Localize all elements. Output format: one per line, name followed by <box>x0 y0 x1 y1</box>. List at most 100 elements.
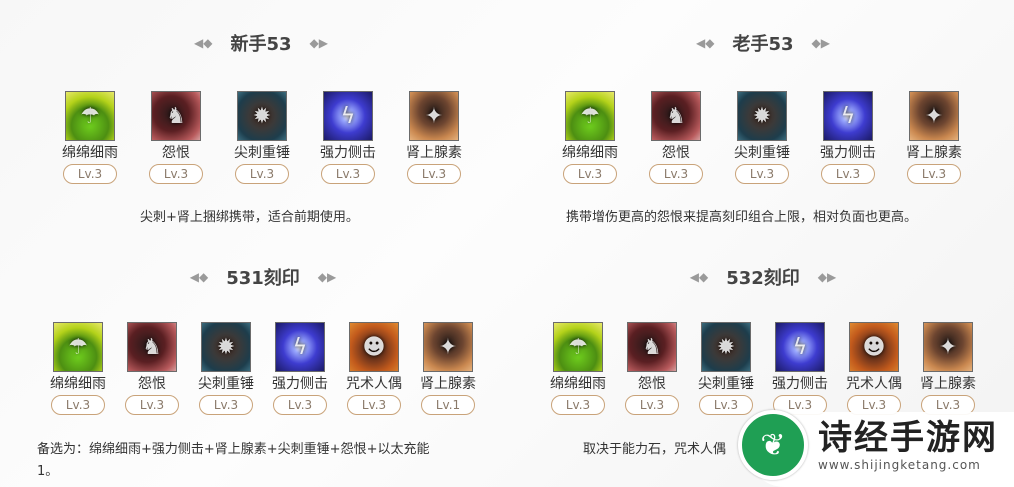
skill-list: ☂ 绵绵细雨 Lv.3 ♞ 怨恨 Lv.3 ✹ 尖刺重锤 Lv.3 ϟ 强力侧击… <box>562 91 962 184</box>
skill-name: 强力侧击 <box>772 376 828 392</box>
spiked-hammer-icon: ✹ <box>737 91 787 141</box>
skill-list: ☂ 绵绵细雨 Lv.3 ♞ 怨恨 Lv.3 ✹ 尖刺重锤 Lv.3 ϟ 强力侧击… <box>549 322 977 415</box>
skill-level-badge: Lv.3 <box>273 395 327 415</box>
right-arrow-icon: ◆▶ <box>309 36 328 50</box>
skill-name: 强力侧击 <box>320 145 376 161</box>
skill-name: 肾上腺素 <box>406 145 462 161</box>
lightning-strike-icon: ϟ <box>775 322 825 372</box>
skill-name: 强力侧击 <box>820 145 876 161</box>
skill-name: 强力侧击 <box>272 376 328 392</box>
demon-beast-icon: ♞ <box>127 322 177 372</box>
leaf-logo-icon: ❦ <box>738 410 808 480</box>
skill-name: 咒术人偶 <box>346 376 402 392</box>
skill-level-badge: Lv.3 <box>63 164 117 184</box>
skill-item[interactable]: ☂ 绵绵细雨 Lv.3 <box>549 322 607 415</box>
skill-name: 怨恨 <box>638 376 666 392</box>
right-arrow-icon: ◆▶ <box>817 270 837 284</box>
watermark: ❦ 诗经手游网 www.shijingketang.com <box>738 403 1014 487</box>
left-arrow-icon: ◀◆ <box>189 270 209 284</box>
skill-item[interactable]: ✦ 肾上腺素 Lv.3 <box>906 91 962 184</box>
skill-item[interactable]: ✹ 尖刺重锤 Lv.3 <box>197 322 255 415</box>
skill-list: ☂ 绵绵细雨 Lv.3 ♞ 怨恨 Lv.3 ✹ 尖刺重锤 Lv.3 ϟ 强力侧击… <box>49 322 477 415</box>
skill-name: 尖刺重锤 <box>698 376 754 392</box>
section-title: ◀◆ 531刻印 ◆▶ <box>183 264 343 290</box>
skill-list: ☂ 绵绵细雨 Lv.3 ♞ 怨恨 Lv.3 ✹ 尖刺重锤 Lv.3 ϟ 强力侧击… <box>62 91 462 184</box>
adrenaline-icon: ✦ <box>923 322 973 372</box>
skill-name: 绵绵细雨 <box>550 376 606 392</box>
skill-level-badge: Lv.3 <box>649 164 703 184</box>
section-description: 携带增伤更高的怨恨来提高刻印组合上限，相对负面也更高。 <box>566 210 918 225</box>
adrenaline-icon: ✦ <box>423 322 473 372</box>
skill-item[interactable]: ✹ 尖刺重锤 Lv.3 <box>697 322 755 415</box>
skill-item[interactable]: ☂ 绵绵细雨 Lv.3 <box>49 322 107 415</box>
umbrella-rain-icon: ☂ <box>565 91 615 141</box>
skill-level-badge: Lv.3 <box>125 395 179 415</box>
skill-level-badge: Lv.3 <box>551 395 605 415</box>
skill-item[interactable]: ϟ 强力侧击 Lv.3 <box>771 322 829 415</box>
skill-item[interactable]: ϟ 强力侧击 Lv.3 <box>271 322 329 415</box>
umbrella-rain-icon: ☂ <box>53 322 103 372</box>
lightning-strike-icon: ϟ <box>823 91 873 141</box>
section-title: ◀◆ 新手53 ◆▶ <box>186 30 336 56</box>
section-description: 取决于能力石，咒术人偶 <box>583 442 727 457</box>
skill-item[interactable]: ✦ 肾上腺素 Lv.3 <box>406 91 462 184</box>
watermark-text: 诗经手游网 www.shijingketang.com <box>818 418 998 472</box>
skill-item[interactable]: ♞ 怨恨 Lv.3 <box>623 322 681 415</box>
skill-level-badge: Lv.3 <box>563 164 617 184</box>
skill-level-badge: Lv.3 <box>347 395 401 415</box>
skill-item[interactable]: ✹ 尖刺重锤 Lv.3 <box>234 91 290 184</box>
skill-name: 尖刺重锤 <box>198 376 254 392</box>
skill-name: 咒术人偶 <box>846 376 902 392</box>
skill-item[interactable]: ☂ 绵绵细雨 Lv.3 <box>62 91 118 184</box>
spiked-hammer-icon: ✹ <box>237 91 287 141</box>
skill-name: 绵绵细雨 <box>62 145 118 161</box>
watermark-title: 诗经手游网 <box>818 418 998 458</box>
left-arrow-icon: ◀◆ <box>689 270 709 284</box>
watermark-url: www.shijingketang.com <box>818 458 981 472</box>
section-title: ◀◆ 532刻印 ◆▶ <box>683 264 843 290</box>
skill-item[interactable]: ♞ 怨恨 Lv.3 <box>148 91 204 184</box>
section-description-continued: 1。 <box>37 464 59 479</box>
skill-name: 绵绵细雨 <box>50 376 106 392</box>
skill-item[interactable]: ☻ 咒术人偶 Lv.3 <box>345 322 403 415</box>
skill-level-badge: Lv.3 <box>821 164 875 184</box>
section-description: 备选为：绵绵细雨+强力侧击+肾上腺素+尖刺重锤+怨恨+以太充能 <box>37 442 430 457</box>
skill-item[interactable]: ☻ 咒术人偶 Lv.3 <box>845 322 903 415</box>
skill-item[interactable]: ✦ 肾上腺素 Lv.3 <box>919 322 977 415</box>
section-title-text: 532刻印 <box>726 268 800 289</box>
skill-level-badge: Lv.1 <box>421 395 475 415</box>
skill-level-badge: Lv.3 <box>199 395 253 415</box>
demon-beast-icon: ♞ <box>627 322 677 372</box>
skill-item[interactable]: ♞ 怨恨 Lv.3 <box>123 322 181 415</box>
section-title-text: 新手53 <box>230 34 292 55</box>
lightning-strike-icon: ϟ <box>323 91 373 141</box>
cursed-doll-icon: ☻ <box>349 322 399 372</box>
skill-name: 尖刺重锤 <box>734 145 790 161</box>
skill-name: 肾上腺素 <box>920 376 976 392</box>
skill-name: 绵绵细雨 <box>562 145 618 161</box>
cursed-doll-icon: ☻ <box>849 322 899 372</box>
skill-level-badge: Lv.3 <box>149 164 203 184</box>
skill-name: 肾上腺素 <box>906 145 962 161</box>
right-arrow-icon: ◆▶ <box>317 270 337 284</box>
skill-level-badge: Lv.3 <box>735 164 789 184</box>
skill-item[interactable]: ϟ 强力侧击 Lv.3 <box>820 91 876 184</box>
section-title-text: 531刻印 <box>226 268 300 289</box>
skill-level-badge: Lv.3 <box>51 395 105 415</box>
skill-level-badge: Lv.3 <box>407 164 461 184</box>
skill-level-badge: Lv.3 <box>907 164 961 184</box>
skill-name: 怨恨 <box>162 145 190 161</box>
section-title: ◀◆ 老手53 ◆▶ <box>688 30 838 56</box>
demon-beast-icon: ♞ <box>651 91 701 141</box>
skill-item[interactable]: ☂ 绵绵细雨 Lv.3 <box>562 91 618 184</box>
section-description: 尖刺+肾上捆绑携带，适合前期使用。 <box>140 210 359 225</box>
section-title-text: 老手53 <box>732 34 794 55</box>
skill-item[interactable]: ♞ 怨恨 Lv.3 <box>648 91 704 184</box>
skill-item[interactable]: ϟ 强力侧击 Lv.3 <box>320 91 376 184</box>
skill-name: 怨恨 <box>662 145 690 161</box>
skill-item[interactable]: ✦ 肾上腺素 Lv.1 <box>419 322 477 415</box>
skill-item[interactable]: ✹ 尖刺重锤 Lv.3 <box>734 91 790 184</box>
left-arrow-icon: ◀◆ <box>194 36 213 50</box>
skill-name: 肾上腺素 <box>420 376 476 392</box>
skill-level-badge: Lv.3 <box>625 395 679 415</box>
